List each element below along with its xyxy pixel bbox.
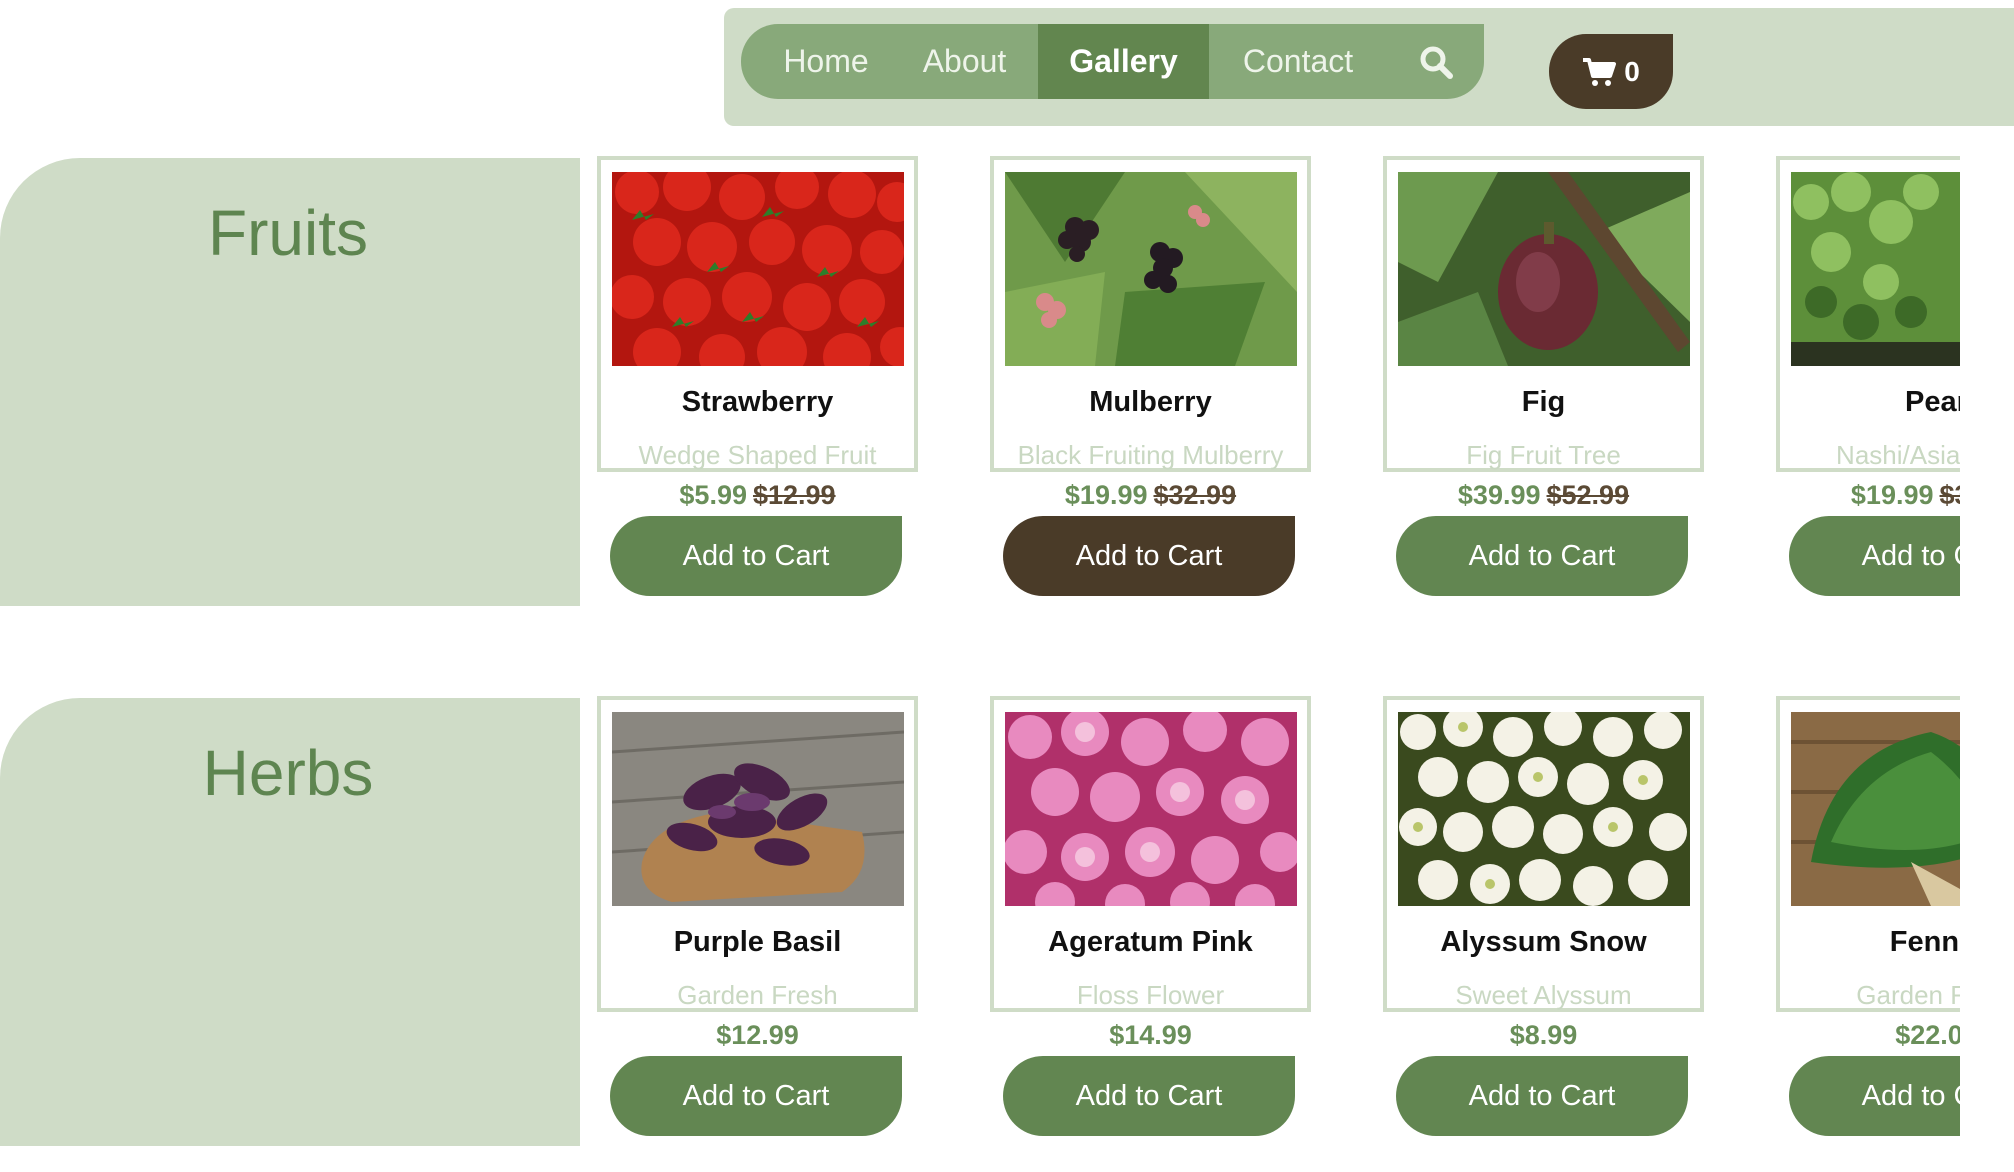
product-price: $19.99$32.99 (1776, 480, 1960, 511)
product-subtitle: Garden Fresh (677, 980, 838, 1010)
product-subtitle: Garden Fresh (1856, 980, 1960, 1010)
nav-about[interactable]: About (891, 24, 1038, 99)
product-card-pear: Pear Nashi/Asian Pear $19.99$32.99 Add t… (1769, 154, 1960, 614)
price: $12.99 (716, 1020, 799, 1050)
product-card-fig: Fig Fig Fruit Tree $39.99 $52.99 Add to C… (1376, 154, 1704, 614)
product-price: $14.99 (990, 1020, 1311, 1051)
sale-price: $19.99 (1064, 480, 1148, 510)
product-price: $8.99 (1383, 1020, 1704, 1051)
product-image-fig (1398, 172, 1690, 366)
product-name: Fennel (1889, 926, 1960, 958)
sale-price: $39.99 (1457, 480, 1541, 510)
product-subtitle: Floss Flower (1076, 980, 1225, 1010)
product-price: $39.99 $52.99 (1383, 480, 1704, 511)
product-subtitle: Sweet Alyssum (1455, 980, 1632, 1010)
add-to-cart-button[interactable]: Add to Cart (610, 1056, 902, 1136)
sale-price: $19.99 (1850, 480, 1934, 510)
product-card-alyssum-snow: Alyssum Snow Sweet Alyssum $8.99 Add to … (1376, 694, 1704, 1154)
original-price: $52.99 (1546, 480, 1630, 510)
add-to-cart-button[interactable]: Add to Cart (1003, 1056, 1295, 1136)
product-image-mulberry (1005, 172, 1297, 366)
category-title: Herbs (202, 737, 374, 809)
price: $14.99 (1109, 1020, 1192, 1050)
product-image-purple-basil (612, 712, 904, 906)
product-card-purple-basil: Purple Basil Garden Fresh $12.99 Add to … (590, 694, 918, 1154)
product-name: Purple Basil (673, 926, 842, 958)
add-to-cart-button[interactable]: Add to Cart (1003, 516, 1295, 596)
shopping-cart-icon (1583, 57, 1617, 86)
product-card-fennel: Fennel Garden Fresh $22.00 Add to Cart (1769, 694, 1960, 1154)
product-price: $5.99 $12.99 (597, 480, 918, 511)
add-to-cart-button[interactable]: Add to Cart (1789, 1056, 1960, 1136)
add-to-cart-button[interactable]: Add to Cart (610, 516, 902, 596)
add-to-cart-button[interactable]: Add to Cart (1396, 516, 1688, 596)
product-image-alyssum-snow (1398, 712, 1690, 906)
cart-count: 0 (1624, 55, 1640, 87)
product-name: Pear (1905, 386, 1960, 418)
product-subtitle: Black Fruiting Mulberry (1017, 440, 1284, 470)
product-subtitle: Nashi/Asian Pear (1836, 440, 1960, 470)
product-image-fennel (1791, 712, 1960, 906)
product-image-strawberry (612, 172, 904, 366)
category-panel-fruits: Fruits (0, 158, 580, 606)
search-button[interactable] (1387, 24, 1484, 99)
product-subtitle: Wedge Shaped Fruit (638, 440, 877, 470)
nav-contact[interactable]: Contact (1209, 24, 1387, 99)
original-price: $32.99 (1939, 480, 1961, 510)
product-subtitle: Fig Fruit Tree (1466, 440, 1621, 470)
product-image-ageratum-pink (1005, 712, 1297, 906)
sale-price: $5.99 (679, 480, 747, 510)
category-title: Fruits (208, 197, 368, 269)
original-price: $32.99 (1153, 480, 1237, 510)
product-card-ageratum-pink: Ageratum Pink Floss Flower $14.99 Add to… (983, 694, 1311, 1154)
product-name: Mulberry (1089, 386, 1212, 418)
product-name: Alyssum Snow (1440, 926, 1647, 958)
nav-gallery[interactable]: Gallery (1038, 24, 1209, 99)
main-nav: Home About Gallery Contact (741, 24, 1484, 99)
add-to-cart-button[interactable]: Add to Cart (1789, 516, 1960, 596)
nav-home[interactable]: Home (741, 24, 891, 99)
product-name: Ageratum Pink (1048, 926, 1253, 958)
search-icon (1420, 46, 1453, 79)
add-to-cart-button[interactable]: Add to Cart (1396, 1056, 1688, 1136)
price: $8.99 (1509, 1020, 1578, 1050)
product-row-fruits: Strawberry Wedge Shaped Fruit $5.99 $12.9… (590, 154, 1960, 614)
product-name: Strawberry (681, 386, 834, 418)
cart-button[interactable]: 0 (1549, 34, 1673, 109)
product-price: $19.99$32.99 (990, 480, 1311, 511)
product-card-mulberry: Mulberry Black Fruiting Mulberry $19.99 $… (983, 154, 1311, 614)
product-card-strawberry: Strawberry Wedge Shaped Fruit $5.99 $12.9… (590, 154, 918, 614)
product-image-pear (1791, 172, 1960, 366)
original-price: $12.99 (752, 480, 836, 510)
product-price: $22.00 (1776, 1020, 1960, 1051)
category-panel-herbs: Herbs (0, 698, 580, 1146)
product-name: Fig (1521, 386, 1566, 418)
product-row-herbs: Purple Basil Garden Fresh $12.99 Add to … (590, 694, 1960, 1154)
price: $22.00 (1895, 1020, 1960, 1050)
product-price: $12.99 (597, 1020, 918, 1051)
